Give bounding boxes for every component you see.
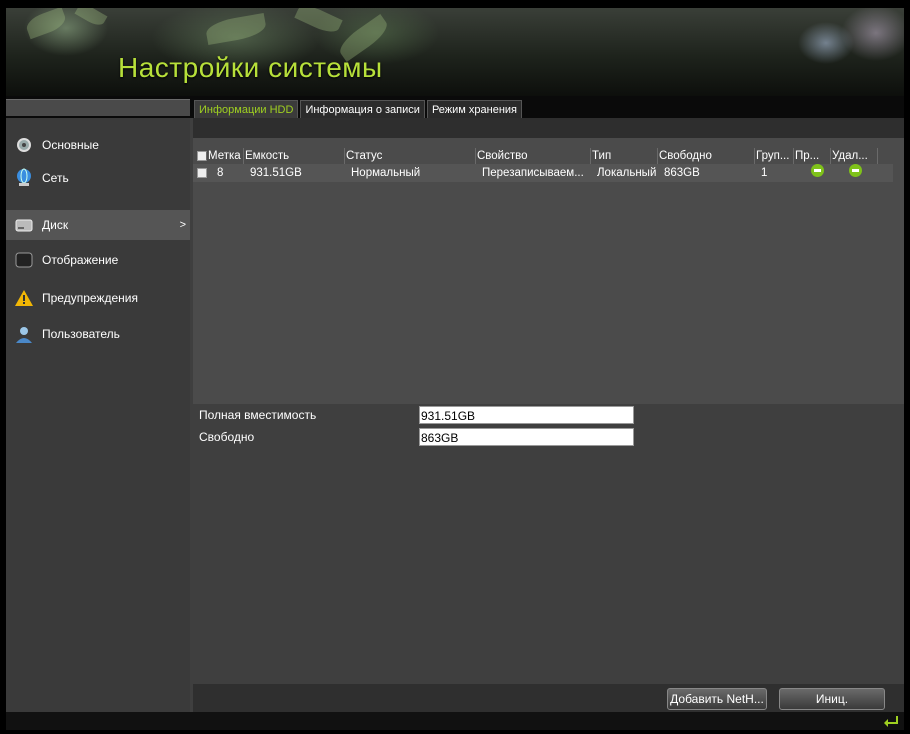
cell-free: 863GB <box>664 167 700 179</box>
column-header-property[interactable]: Свойство <box>477 148 591 164</box>
sidebar-item-network[interactable]: Сеть <box>6 163 190 193</box>
column-header-free[interactable]: Свободно <box>659 148 755 164</box>
hdd-icon <box>14 215 34 235</box>
sidebar-item-label: Сеть <box>42 171 69 185</box>
sidebar-item-user[interactable]: Пользователь <box>6 319 190 349</box>
sidebar-header <box>6 99 190 116</box>
sidebar: Основные Сеть Диск > Отображение Предупр… <box>6 118 190 712</box>
column-header-status[interactable]: Статус <box>346 148 476 164</box>
sidebar-item-label: Основные <box>42 138 99 152</box>
cell-property: Перезаписываем... <box>482 167 584 179</box>
tab-hdd-info[interactable]: Информации HDD <box>194 100 299 118</box>
header-banner: Настройки системы <box>6 8 904 96</box>
settings-icon <box>14 135 34 155</box>
total-capacity-label: Полная вместимость <box>199 408 317 422</box>
cell-capacity: 931.51GB <box>250 167 302 179</box>
app-window: Настройки системы Информации HDD Информа… <box>6 8 904 730</box>
column-header-group[interactable]: Груп... <box>756 148 794 164</box>
add-nethdd-button[interactable]: Добавить NetH... <box>667 688 767 710</box>
row-checkbox[interactable] <box>197 168 207 178</box>
cell-group: 1 <box>761 167 768 179</box>
sidebar-item-label: Предупреждения <box>42 291 138 305</box>
column-header-edit[interactable]: Пр... <box>795 148 831 164</box>
column-header-type[interactable]: Тип <box>592 148 658 164</box>
column-header-label[interactable]: Метка <box>208 148 244 164</box>
back-arrow-icon[interactable] <box>882 712 900 730</box>
column-header-capacity[interactable]: Емкость <box>245 148 345 164</box>
table-row[interactable]: 8 931.51GB Нормальный Перезаписываем... … <box>193 164 893 182</box>
delete-ok-icon[interactable] <box>849 164 862 177</box>
status-bar <box>6 712 904 730</box>
tab-record-info[interactable]: Информация о записи <box>300 100 425 118</box>
sidebar-item-label: Пользователь <box>42 327 120 341</box>
network-globe-icon <box>14 168 34 188</box>
column-header-delete[interactable]: Удал... <box>832 148 878 164</box>
cell-label: 8 <box>217 167 224 179</box>
chevron-right-icon: > <box>179 219 186 231</box>
free-space-label: Свободно <box>199 430 255 444</box>
warning-icon <box>14 288 34 308</box>
free-space-row: Свободно 863GB <box>193 428 904 448</box>
summary-panel: Полная вместимость 931.51GB Свободно 863… <box>193 404 904 684</box>
toolbar-strip <box>193 118 904 138</box>
hdd-table: Метка Емкость Статус Свойство Тип Свобод… <box>193 138 904 404</box>
total-capacity-field: 931.51GB <box>419 406 634 424</box>
monitor-icon <box>14 250 34 270</box>
tabs: Информации HDD Информация о записи Режим… <box>194 100 523 118</box>
table-header: Метка Емкость Статус Свойство Тип Свобод… <box>193 148 904 164</box>
select-all-checkbox[interactable] <box>197 151 207 161</box>
cell-status: Нормальный <box>351 167 421 179</box>
free-space-field: 863GB <box>419 428 634 446</box>
sidebar-item-alarms[interactable]: Предупреждения <box>6 283 190 313</box>
sidebar-item-display[interactable]: Отображение <box>6 245 190 275</box>
page-title: Настройки системы <box>118 52 383 83</box>
sidebar-item-disk[interactable]: Диск > <box>6 210 190 240</box>
tab-storage-mode[interactable]: Режим хранения <box>426 100 523 118</box>
sidebar-item-label: Отображение <box>42 253 119 267</box>
sidebar-item-label: Диск <box>42 218 69 232</box>
main-panel: Метка Емкость Статус Свойство Тип Свобод… <box>193 118 904 712</box>
sidebar-item-general[interactable]: Основные <box>6 130 190 160</box>
total-capacity-row: Полная вместимость 931.51GB <box>193 406 904 426</box>
init-button[interactable]: Иниц. <box>779 688 885 710</box>
action-bar: Добавить NetH... Иниц. <box>193 684 904 712</box>
cell-type: Локальный <box>597 167 657 179</box>
edit-ok-icon[interactable] <box>811 164 824 177</box>
user-icon <box>14 324 34 344</box>
